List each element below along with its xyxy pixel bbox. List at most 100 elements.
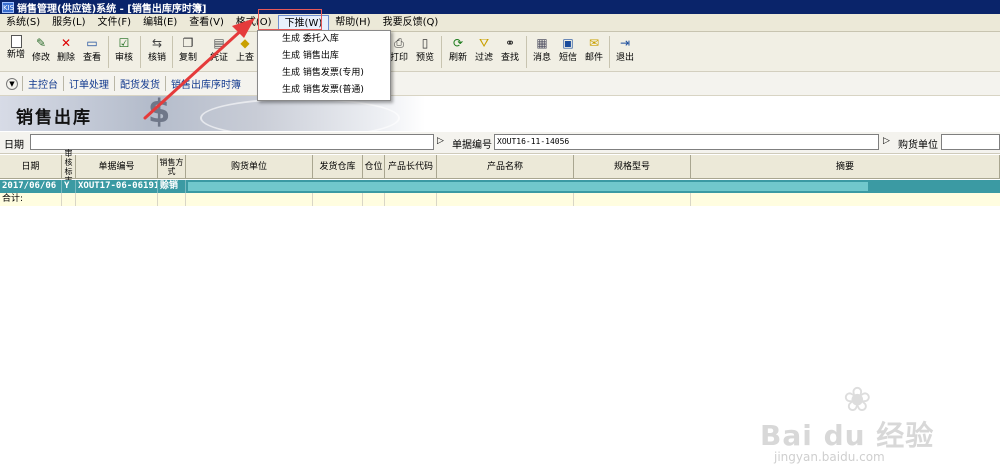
grid-header: 日期 审核标志 单据编号 销售方式 购货单位 发货仓库 仓位 产品长代码 产品名… bbox=[0, 149, 1000, 185]
voucher-icon: ▤ bbox=[213, 36, 225, 50]
preview-button[interactable]: ▯ 预览 bbox=[412, 35, 438, 69]
refresh-icon: ⟳ bbox=[452, 36, 464, 50]
total-cell bbox=[385, 193, 437, 206]
title-bar: KIS 销售管理(供应链)系统 - [销售出库序时簿] bbox=[0, 0, 1000, 15]
banner-image: $ 销售出库 bbox=[0, 96, 425, 131]
check-approve-icon: ☑ bbox=[118, 36, 130, 50]
binoculars-icon: ⚭ bbox=[504, 36, 516, 50]
writeoff-icon: ⇆ bbox=[151, 36, 163, 50]
col-header-audit[interactable]: 审核标志 bbox=[62, 149, 76, 185]
delete-x-icon: ✕ bbox=[60, 36, 72, 50]
exit-button[interactable]: ⇥ 退出 bbox=[612, 35, 638, 69]
billno-field[interactable]: XOUT16-11-14056 bbox=[494, 134, 879, 150]
cell-billno: XOUT17-06-06191 bbox=[78, 180, 158, 193]
total-label: 合计: bbox=[0, 193, 62, 206]
table-row[interactable]: 2017/06/06 Y XOUT17-06-06191 赊销 bbox=[0, 180, 1000, 193]
nav-item-order-processing[interactable]: 订单处理 bbox=[63, 76, 114, 91]
buyer-label: 购货单位 bbox=[898, 140, 938, 151]
menu-item-generate-sales-out[interactable]: 生成 销售出库 bbox=[258, 48, 390, 65]
page-banner: $ 销售出库 bbox=[0, 96, 1000, 132]
annotation-highlight-box bbox=[258, 9, 322, 30]
toolbar-separator bbox=[526, 36, 527, 68]
nav-dropdown-icon[interactable]: ▼ bbox=[6, 77, 18, 90]
message-button[interactable]: ▦ 消息 bbox=[529, 35, 555, 69]
message-icon: ▦ bbox=[536, 36, 548, 50]
mail-icon: ✉ bbox=[588, 36, 600, 50]
writeoff-button[interactable]: ⇆ 核销 bbox=[144, 35, 170, 69]
new-button[interactable]: 新增 bbox=[3, 35, 29, 69]
menu-item-generate-invoice-normal[interactable]: 生成 销售发票(普通) bbox=[258, 82, 390, 99]
menu-item-generate-consign-in[interactable]: 生成 委托入库 bbox=[258, 31, 390, 48]
toolbar-separator bbox=[172, 36, 173, 68]
printer-icon: ⎙ bbox=[394, 36, 404, 50]
menu-view[interactable]: 查看(V) bbox=[183, 15, 230, 31]
dollar-icon: $ bbox=[148, 96, 171, 130]
delete-button[interactable]: ✕ 删除 bbox=[53, 35, 79, 69]
toolbar-separator bbox=[140, 36, 141, 68]
app-logo-icon: KIS bbox=[2, 1, 15, 13]
watermark-brand: Bai du 经验 bbox=[760, 419, 935, 452]
approve-button[interactable]: ☑ 审核 bbox=[111, 35, 137, 69]
total-cell bbox=[158, 193, 186, 206]
total-cell bbox=[313, 193, 363, 206]
filter-bar: 日期 ▷ 单据编号 XOUT16-11-14056 ▷ 购货单位 bbox=[0, 132, 1000, 154]
copy-button[interactable]: ❐ 复制 bbox=[175, 35, 201, 69]
exit-icon: ⇥ bbox=[619, 36, 631, 50]
menu-file[interactable]: 文件(F) bbox=[92, 15, 138, 31]
total-cell bbox=[62, 193, 76, 206]
billno-label: 单据编号 bbox=[452, 140, 492, 151]
total-cell bbox=[574, 193, 691, 206]
toolbar-separator bbox=[108, 36, 109, 68]
billno-expand-icon[interactable]: ▷ bbox=[883, 136, 890, 146]
total-cell bbox=[186, 193, 313, 206]
menu-edit[interactable]: 编辑(E) bbox=[137, 15, 183, 31]
find-button[interactable]: ⚭ 查找 bbox=[497, 35, 523, 69]
menu-item-generate-invoice-special[interactable]: 生成 销售发票(专用) bbox=[258, 65, 390, 82]
filter-button[interactable]: ⛛ 过滤 bbox=[471, 35, 497, 69]
toolbar-separator bbox=[441, 36, 442, 68]
sms-icon: ▣ bbox=[562, 36, 574, 50]
date-label: 日期 bbox=[4, 140, 24, 151]
col-header-warehouse[interactable]: 发货仓库 bbox=[313, 155, 363, 179]
edit-pencil-icon: ✎ bbox=[35, 36, 47, 50]
col-header-product-name[interactable]: 产品名称 bbox=[437, 155, 574, 179]
col-header-date[interactable]: 日期 bbox=[0, 155, 62, 179]
view-icon: ▭ bbox=[86, 36, 98, 50]
refresh-button[interactable]: ⟳ 刷新 bbox=[445, 35, 471, 69]
total-cell bbox=[437, 193, 574, 206]
redacted-content bbox=[188, 182, 868, 191]
total-cell bbox=[363, 193, 385, 206]
baidu-watermark: ❀ Bai du 经验 jingyan.baidu.com bbox=[760, 380, 1000, 468]
edit-button[interactable]: ✎ 修改 bbox=[28, 35, 54, 69]
col-header-location[interactable]: 仓位 bbox=[363, 155, 385, 179]
nav-item-main-console[interactable]: 主控台 bbox=[22, 76, 63, 91]
date-field[interactable] bbox=[30, 134, 434, 150]
window-title: 销售管理(供应链)系统 - [销售出库序时簿] bbox=[17, 3, 207, 15]
col-header-billno[interactable]: 单据编号 bbox=[76, 155, 158, 179]
mail-button[interactable]: ✉ 邮件 bbox=[581, 35, 607, 69]
menu-help[interactable]: 帮助(H) bbox=[329, 15, 376, 31]
col-header-method[interactable]: 销售方式 bbox=[158, 155, 186, 179]
nav-item-delivery[interactable]: 配货发货 bbox=[114, 76, 165, 91]
cell-date: 2017/06/06 bbox=[0, 180, 62, 193]
total-cell bbox=[76, 193, 158, 206]
buyer-field[interactable] bbox=[941, 134, 1000, 150]
sms-button[interactable]: ▣ 短信 bbox=[555, 35, 581, 69]
col-header-product-code[interactable]: 产品长代码 bbox=[385, 155, 437, 179]
nav-item-sales-out-list[interactable]: 销售出库序时簿 bbox=[165, 76, 246, 91]
view-button[interactable]: ▭ 查看 bbox=[79, 35, 105, 69]
trace-up-icon: ◆ bbox=[240, 36, 250, 50]
date-expand-icon[interactable]: ▷ bbox=[437, 136, 444, 146]
voucher-button[interactable]: ▤ 凭证 bbox=[206, 35, 232, 69]
menu-service[interactable]: 服务(L) bbox=[46, 15, 91, 31]
trace-up-button[interactable]: ◆ 上查 bbox=[232, 35, 258, 69]
toolbar-separator bbox=[609, 36, 610, 68]
col-header-summary[interactable]: 摘要 bbox=[691, 155, 1000, 179]
menu-feedback[interactable]: 我要反馈(Q) bbox=[377, 15, 445, 31]
menu-system[interactable]: 系统(S) bbox=[0, 15, 46, 31]
col-header-buyer[interactable]: 购货单位 bbox=[186, 155, 313, 179]
col-header-spec[interactable]: 规格型号 bbox=[574, 155, 691, 179]
toolbar: 新增 ✎ 修改 ✕ 删除 ▭ 查看 ☑ 审核 ⇆ 核销 ❐ 复制 ▤ 凭证 ◆ 上查 ⎙ 打印 ▯… bbox=[0, 32, 1000, 72]
total-row: 合计: bbox=[0, 193, 1000, 206]
new-document-icon bbox=[10, 35, 22, 48]
